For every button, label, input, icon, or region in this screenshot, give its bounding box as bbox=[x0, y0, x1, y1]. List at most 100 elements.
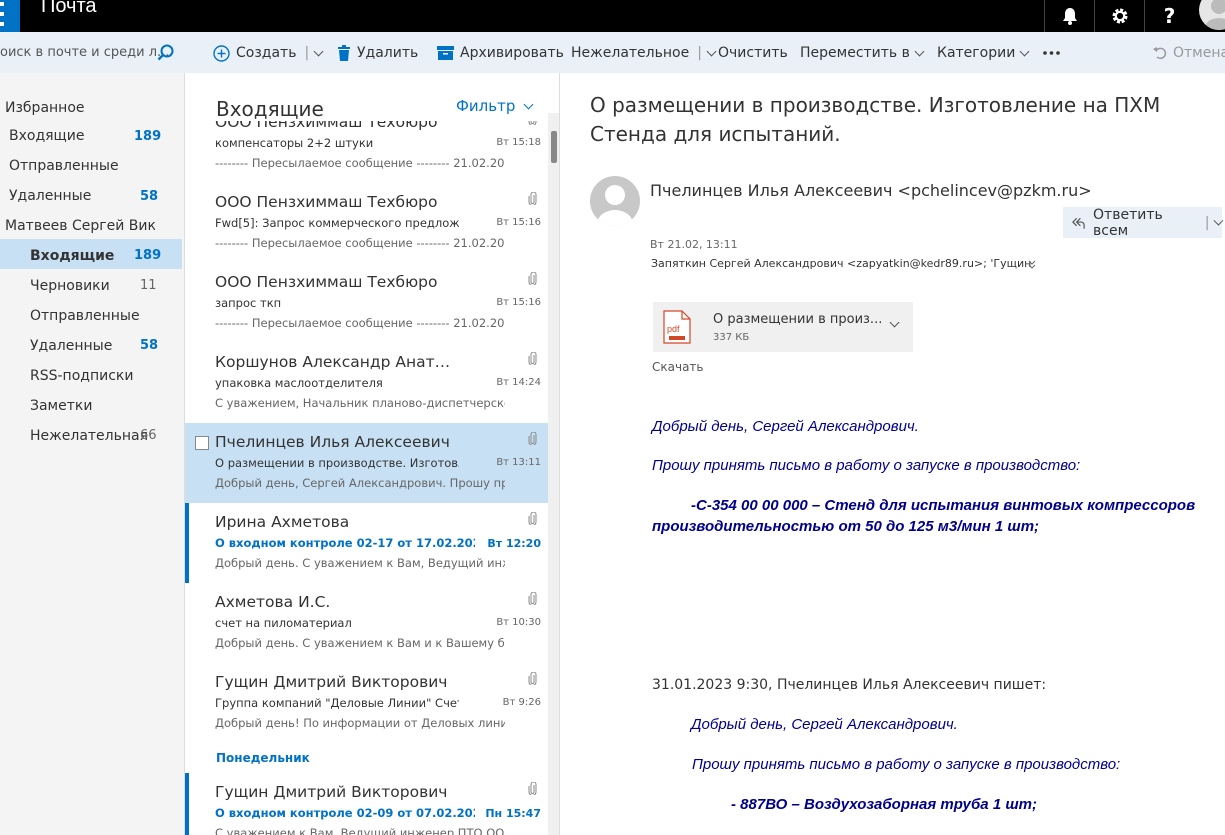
message-preview: Добрый день. С уважением к Вам, Ведущий … bbox=[215, 556, 505, 570]
unread-count: 58 bbox=[140, 338, 159, 353]
body-request: Прошу принять письмо в работу о запуске … bbox=[652, 457, 1081, 474]
list-title: Входящие bbox=[216, 97, 324, 121]
list-scrollbar[interactable] bbox=[548, 113, 559, 835]
list-item[interactable]: ООО Пензхиммаш Техбюро запрос ткп Вт 15:… bbox=[185, 263, 548, 343]
folder-drafts[interactable]: Черновики bbox=[30, 278, 110, 294]
sweep-button[interactable]: Очистить bbox=[718, 44, 788, 62]
list-header: Входящие Фильтр bbox=[185, 73, 548, 121]
select-checkbox[interactable] bbox=[195, 436, 209, 450]
list-item-unread[interactable]: Ирина Ахметова О входном контроле 02-17 … bbox=[185, 503, 548, 583]
folder-deleted[interactable]: Удаленные bbox=[30, 338, 112, 354]
body-item-line: -С-354 00 00 000 – Стенд для испытания в… bbox=[691, 497, 1196, 514]
user-avatar[interactable] bbox=[1199, 0, 1225, 30]
top-bar: Почта ? bbox=[0, 0, 1225, 32]
folder-sent[interactable]: Отправленные bbox=[30, 308, 140, 324]
attachment-card[interactable]: pdf О размещении в произ... 337 КБ bbox=[653, 302, 913, 352]
app-launcher-icon[interactable] bbox=[0, 0, 20, 32]
folder-rss[interactable]: RSS-подписки bbox=[30, 368, 133, 384]
sender-avatar bbox=[590, 176, 640, 226]
notifications-button[interactable] bbox=[1044, 0, 1094, 32]
settings-button[interactable] bbox=[1094, 0, 1144, 32]
favorite-inbox[interactable]: Входящие bbox=[9, 128, 84, 144]
chevron-down-icon[interactable] bbox=[889, 317, 900, 328]
gear-icon bbox=[1112, 8, 1127, 24]
item-count: 11 bbox=[140, 278, 157, 293]
favorite-sent[interactable]: Отправленные bbox=[9, 158, 119, 174]
list-item-selected[interactable]: Пчелинцев Илья Алексеевич О размещении в… bbox=[185, 423, 548, 503]
chevron-down-icon[interactable] bbox=[1213, 215, 1224, 226]
chevron-down-icon bbox=[1019, 46, 1030, 56]
unread-count: 189 bbox=[134, 248, 162, 263]
archive-label: Архивировать bbox=[460, 45, 564, 61]
move-button[interactable]: Переместить в bbox=[800, 44, 925, 62]
search-button[interactable] bbox=[157, 44, 174, 65]
svg-text:pdf: pdf bbox=[667, 324, 680, 334]
message-subject: запрос ткп bbox=[215, 296, 282, 310]
search-input[interactable]: оиск в почте и среди л... bbox=[0, 45, 169, 60]
archive-icon bbox=[437, 46, 454, 60]
message-sender: Гущин Дмитрий Викторович bbox=[215, 783, 448, 801]
list-item[interactable]: Коршунов Александр Анато... упаковка мас… bbox=[185, 343, 548, 423]
list-item[interactable]: Ахметова И.С. счет на пиломатериал Вт 10… bbox=[185, 583, 548, 663]
folder-inbox[interactable]: Входящие bbox=[30, 248, 114, 264]
list-item-unread[interactable]: Гущин Дмитрий Викторович О входном контр… bbox=[185, 773, 548, 835]
person-icon bbox=[597, 185, 633, 226]
message-time: Вт 9:26 bbox=[502, 697, 541, 708]
chevron-down-icon[interactable] bbox=[313, 46, 324, 56]
delete-button[interactable]: Удалить bbox=[337, 44, 418, 62]
message-time: Вт 12:20 bbox=[487, 537, 541, 550]
message-subject-heading: О размещении в производстве. Изготовлени… bbox=[590, 93, 1161, 146]
junk-button[interactable]: Нежелательное | bbox=[571, 44, 717, 62]
account-header[interactable]: Матвеев Сергей Виктор bbox=[5, 218, 155, 234]
attachment-name: О размещении в произ... bbox=[713, 312, 883, 327]
folder-notes[interactable]: Заметки bbox=[30, 398, 92, 414]
reply-all-button[interactable]: Ответить всем | bbox=[1063, 207, 1224, 239]
paperclip-icon bbox=[528, 192, 537, 205]
separator: | bbox=[697, 45, 702, 61]
list-item[interactable]: ООО Пензхиммаш Техбюро Fwd[5]: Запрос ко… bbox=[185, 183, 548, 263]
reply-all-icon bbox=[1072, 217, 1085, 229]
folder-junk[interactable]: Нежелательная bbox=[30, 428, 148, 444]
message-preview: С уважением к Вам, Ведущий инженер ПТО О… bbox=[215, 826, 505, 835]
recipients-line[interactable]: Запяткин Сергей Александрович <zapyatkin… bbox=[651, 257, 1031, 270]
person-icon bbox=[1205, 0, 1225, 30]
favorites-header[interactable]: Избранное bbox=[5, 100, 85, 116]
filter-button[interactable]: Фильтр bbox=[456, 97, 534, 115]
sender-name[interactable]: Пчелинцев Илья Алексеевич <pchelincev@pz… bbox=[650, 181, 1092, 200]
message-time: Пн 15:47 bbox=[485, 807, 541, 820]
categories-button[interactable]: Категории bbox=[937, 44, 1030, 62]
expand-recipients-icon[interactable] bbox=[1028, 260, 1036, 269]
message-preview: Добрый день! По информации от Деловых ли… bbox=[215, 716, 505, 730]
help-button[interactable]: ? bbox=[1144, 0, 1194, 32]
scrollbar-thumb[interactable] bbox=[551, 131, 557, 163]
delete-label: Удалить bbox=[357, 45, 419, 61]
separator: | bbox=[304, 45, 310, 61]
favorite-deleted[interactable]: Удаленные bbox=[9, 188, 91, 204]
unread-count: 58 bbox=[140, 189, 159, 204]
search-icon bbox=[157, 44, 174, 61]
archive-button[interactable]: Архивировать bbox=[437, 44, 564, 62]
message-preview: С уважением, Начальник планово-диспетчер… bbox=[215, 396, 505, 410]
message-sender: ООО Пензхиммаш Техбюро bbox=[215, 273, 438, 291]
app-title: Почта bbox=[41, 0, 97, 17]
message-subject: О входном контроле 02-17 от 17.02.2023 bbox=[215, 536, 475, 550]
more-button[interactable] bbox=[1043, 44, 1060, 62]
body-greeting: Добрый день, Сергей Александрович. bbox=[652, 418, 919, 435]
more-icon bbox=[1043, 51, 1060, 55]
quote-greeting: Добрый день, Сергей Александрович. bbox=[691, 716, 958, 733]
message-sender: Ахметова И.С. bbox=[215, 593, 331, 611]
message-time: Вт 15:18 bbox=[496, 137, 541, 148]
plus-circle-icon bbox=[213, 44, 230, 62]
message-time: Вт 15:16 bbox=[496, 217, 541, 228]
message-preview: Добрый день. С уважением к Вам и к Вашем… bbox=[215, 636, 505, 650]
message-subject: упаковка маслоотделителя bbox=[215, 376, 383, 390]
new-button[interactable]: Создать | bbox=[213, 44, 324, 62]
list-item[interactable]: Гущин Дмитрий Викторович Группа компаний… bbox=[185, 663, 548, 743]
message-sender: ООО Пензхиммаш Техбюро bbox=[215, 193, 438, 211]
paperclip-icon bbox=[528, 592, 537, 605]
chevron-down-icon[interactable] bbox=[706, 46, 717, 56]
download-link[interactable]: Скачать bbox=[652, 360, 704, 374]
message-preview: -------- Пересылаемое сообщение --------… bbox=[215, 156, 505, 170]
message-time: Вт 14:24 bbox=[496, 377, 541, 388]
undo-button[interactable]: Отмена bbox=[1153, 44, 1225, 62]
